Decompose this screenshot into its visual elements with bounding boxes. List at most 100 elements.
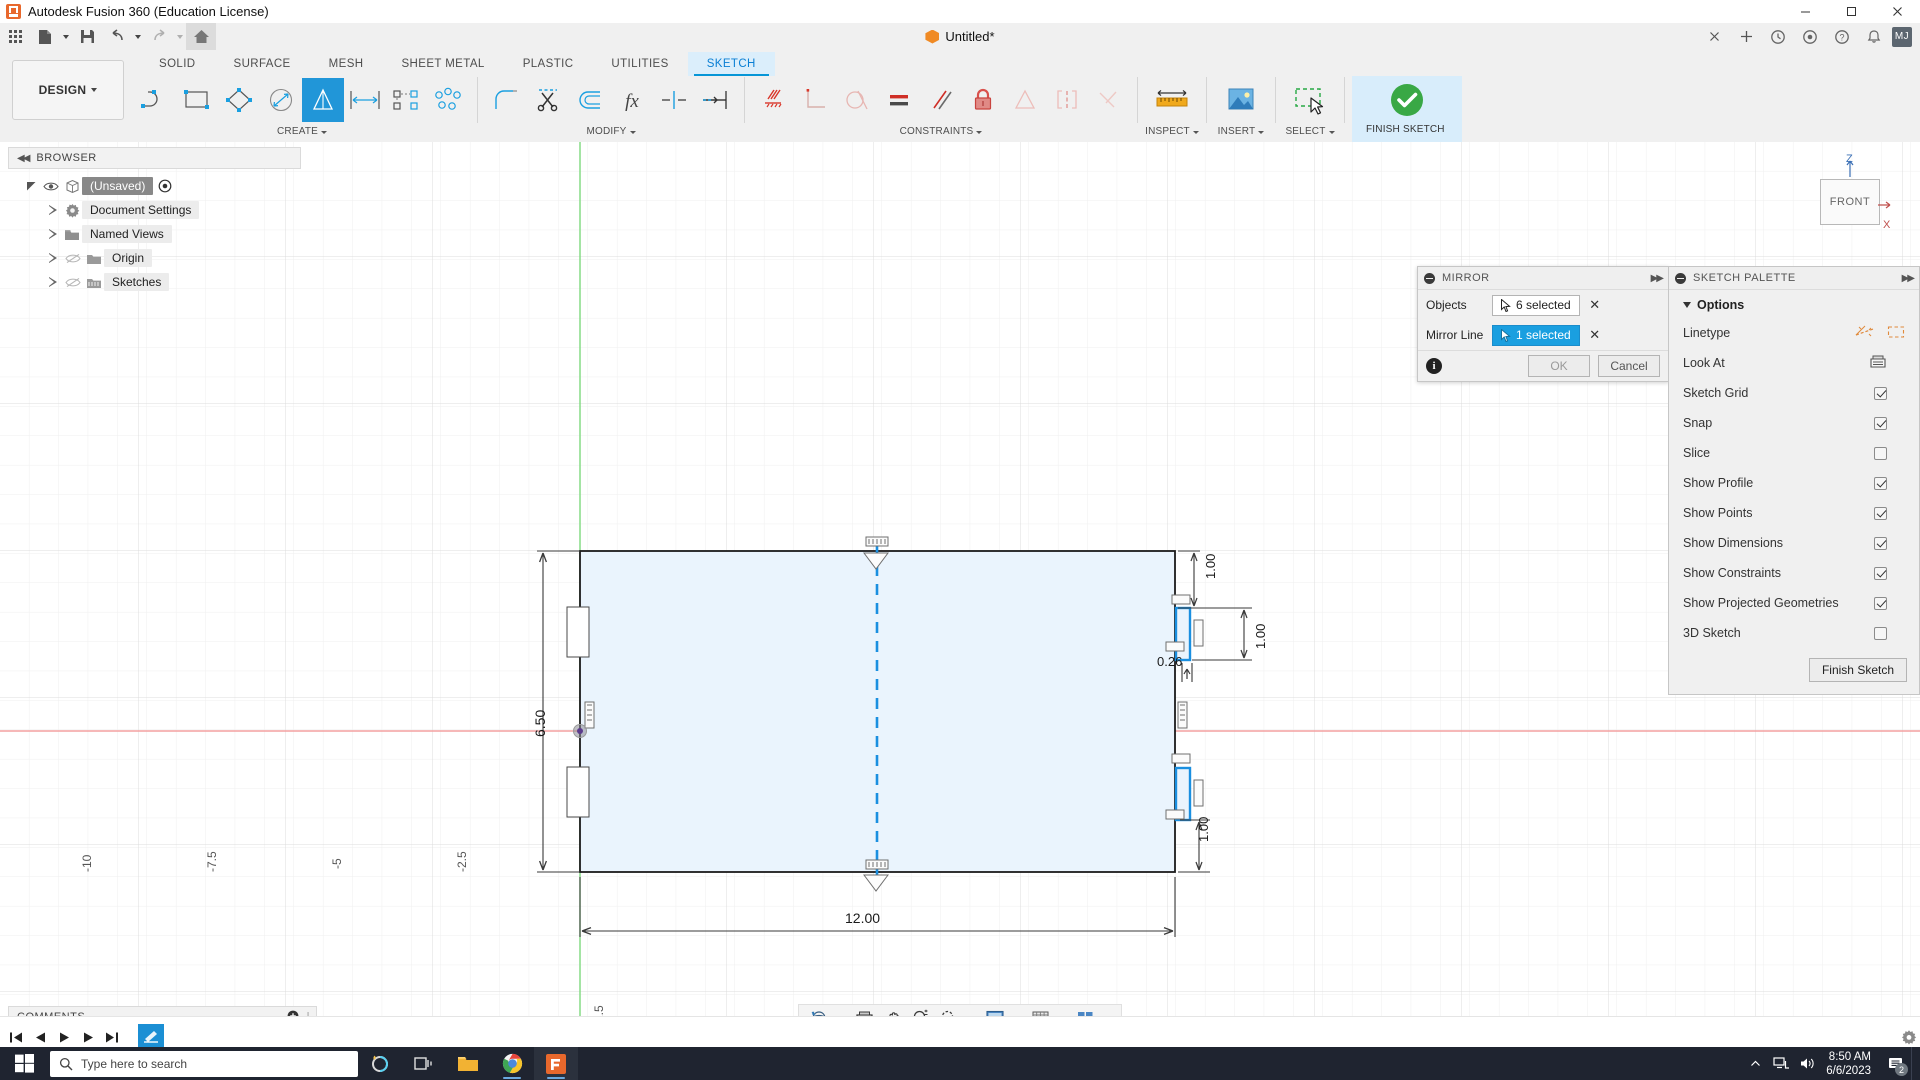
view-cube[interactable]: Z X FRONT (1802, 153, 1892, 247)
expand-triangle-icon[interactable] (44, 228, 62, 240)
palette-row-sketch-grid[interactable]: Sketch Grid (1669, 378, 1919, 408)
dimension-value-bottom-right-offset[interactable]: 1.00 (1196, 817, 1211, 842)
close-tab-icon[interactable] (1698, 23, 1730, 50)
visibility-eye-icon[interactable] (40, 181, 62, 192)
palette-row-3d-sketch[interactable]: 3D Sketch (1669, 618, 1919, 648)
lock-icon[interactable] (962, 78, 1004, 122)
windows-start-icon[interactable] (0, 1047, 48, 1080)
info-icon[interactable]: i (1426, 358, 1442, 374)
taskbar-clock[interactable]: 8:50 AM 6/6/2023 (1820, 1050, 1881, 1078)
save-icon[interactable] (72, 23, 102, 50)
timeline-settings-icon[interactable] (1892, 1029, 1920, 1045)
midpoint-icon[interactable] (1046, 78, 1088, 122)
mirror-objects-selection[interactable]: 6 selected (1492, 294, 1580, 316)
rectangle-icon[interactable] (176, 78, 218, 122)
symmetry-icon[interactable] (1004, 78, 1046, 122)
show-projected-geometries-checkbox[interactable] (1874, 596, 1887, 610)
parallel-icon[interactable] (920, 78, 962, 122)
dimension-value-slot-width[interactable]: 0.26 (1157, 654, 1182, 669)
line-icon[interactable] (134, 78, 176, 122)
dimension-value-overall-width[interactable]: 12.00 (845, 910, 880, 926)
show-points-checkbox[interactable] (1874, 506, 1887, 520)
offset-linear-icon[interactable] (344, 78, 386, 122)
tree-item-document-settings[interactable]: Document Settings (8, 198, 301, 222)
minimize-dot-icon[interactable] (1675, 272, 1686, 284)
chrome-icon[interactable] (490, 1047, 534, 1080)
file-explorer-icon[interactable] (446, 1047, 490, 1080)
tab-utilities[interactable]: UTILITIES (592, 52, 687, 76)
undo-icon[interactable] (102, 23, 132, 50)
dimension-value-overall-height[interactable]: 6.50 (532, 710, 548, 737)
help-icon[interactable]: ? (1826, 23, 1858, 50)
collapse-left-icon[interactable]: ◀◀ (17, 153, 30, 164)
clear-selection-icon[interactable]: ✕ (1588, 297, 1602, 313)
fix-unfix-icon[interactable] (752, 78, 794, 122)
show-profile-checkbox[interactable] (1874, 476, 1887, 490)
expand-right-icon[interactable]: ▶▶ (1902, 273, 1915, 284)
expand-triangle-icon[interactable] (44, 276, 62, 288)
notification-icon[interactable]: 2 (1881, 1047, 1911, 1080)
sketch-grid-checkbox[interactable] (1874, 386, 1887, 400)
redo-icon[interactable] (144, 23, 174, 50)
tab-sketch[interactable]: SKETCH (687, 52, 775, 76)
tab-solid[interactable]: SOLID (140, 52, 215, 76)
new-file-icon[interactable] (30, 23, 60, 50)
3d-sketch-checkbox[interactable] (1874, 626, 1887, 640)
dimension-value-top-right-offset[interactable]: 1.00 (1203, 554, 1218, 579)
show-dimensions-checkbox[interactable] (1874, 536, 1887, 550)
expand-right-icon[interactable]: ▶▶ (1651, 273, 1664, 284)
select-window-icon[interactable] (1283, 78, 1337, 122)
cancel-button[interactable]: Cancel (1598, 355, 1660, 377)
task-view-icon[interactable] (402, 1047, 446, 1080)
tab-surface[interactable]: SURFACE (215, 52, 310, 76)
dimension-value-slot-height-upper[interactable]: 1.00 (1253, 624, 1268, 649)
volume-icon[interactable] (1794, 1047, 1820, 1080)
equal-icon[interactable] (878, 78, 920, 122)
construction-line-icon[interactable] (1855, 325, 1875, 342)
rectangular-pattern-icon[interactable] (386, 78, 428, 122)
centerline-icon[interactable] (1887, 325, 1905, 342)
new-file-dropdown[interactable] (60, 23, 72, 50)
finish-sketch-button[interactable]: FINISH SKETCH (1352, 76, 1462, 142)
grid-apps-icon[interactable] (0, 23, 30, 50)
palette-row-show-dimensions[interactable]: Show Dimensions (1669, 528, 1919, 558)
tree-item-sketches[interactable]: Sketches (8, 270, 301, 294)
show-constraints-checkbox[interactable] (1874, 566, 1887, 580)
look-at-icon[interactable] (1869, 354, 1887, 373)
mirror-icon[interactable] (302, 78, 344, 122)
circular-pattern-icon[interactable] (428, 78, 470, 122)
insert-image-icon[interactable] (1214, 78, 1268, 122)
offset-icon[interactable] (569, 78, 611, 122)
network-icon[interactable] (1768, 1047, 1794, 1080)
tree-item-origin[interactable]: Origin (8, 246, 301, 270)
palette-row-show-projected-geometries[interactable]: Show Projected Geometries (1669, 588, 1919, 618)
undo-dropdown[interactable] (132, 23, 144, 50)
extensions-icon[interactable] (1794, 23, 1826, 50)
ellipse-icon[interactable] (260, 78, 302, 122)
extend-icon[interactable] (695, 78, 737, 122)
mirror-line-selection[interactable]: 1 selected (1492, 324, 1580, 346)
minimize-dot-icon[interactable] (1424, 272, 1435, 284)
tree-item-named-views[interactable]: Named Views (8, 222, 301, 246)
clear-selection-icon[interactable]: ✕ (1588, 327, 1602, 343)
tab-plastic[interactable]: PLASTIC (504, 52, 593, 76)
cortana-icon[interactable] (358, 1047, 402, 1080)
minimize-button[interactable] (1782, 0, 1828, 23)
expand-triangle-icon[interactable] (44, 204, 62, 216)
ok-button[interactable]: OK (1528, 355, 1590, 377)
slice-checkbox[interactable] (1874, 446, 1887, 460)
tab-mesh[interactable]: MESH (310, 52, 383, 76)
home-icon[interactable] (186, 23, 216, 50)
palette-row-show-constraints[interactable]: Show Constraints (1669, 558, 1919, 588)
palette-row-show-profile[interactable]: Show Profile (1669, 468, 1919, 498)
break-icon[interactable] (653, 78, 695, 122)
add-tab-icon[interactable] (1730, 23, 1762, 50)
target-icon[interactable] (155, 179, 175, 193)
expand-triangle-icon[interactable] (44, 252, 62, 264)
chevron-up-icon[interactable] (1742, 1047, 1768, 1080)
visibility-eye-icon[interactable] (62, 253, 84, 264)
visibility-eye-icon[interactable] (62, 277, 84, 288)
view-cube-front-face[interactable]: FRONT (1820, 179, 1880, 225)
redo-dropdown[interactable] (174, 23, 186, 50)
change-parameters-icon[interactable]: fx (611, 78, 653, 122)
